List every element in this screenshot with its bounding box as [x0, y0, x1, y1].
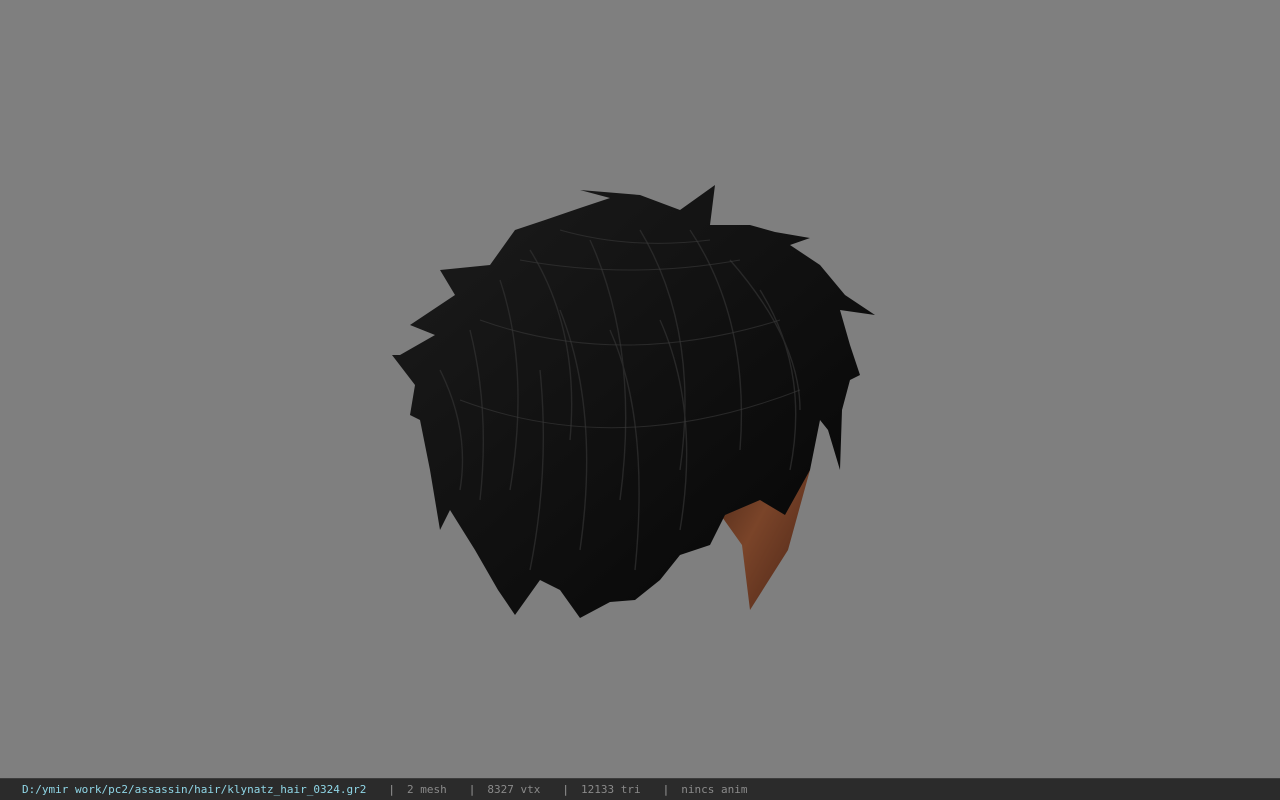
- separator: |: [468, 783, 476, 796]
- separator: |: [662, 783, 670, 796]
- vertex-count: 8327 vtx: [487, 783, 541, 796]
- hair-model[interactable]: [380, 170, 900, 630]
- mesh-count: 2 mesh: [407, 783, 447, 796]
- triangle-count: 12133 tri: [580, 783, 641, 796]
- animation-status: nincs anim: [681, 783, 748, 796]
- status-bar: D:/ymir work/pc2/assassin/hair/klynatz_h…: [0, 778, 1280, 800]
- separator: |: [388, 783, 395, 796]
- separator: |: [562, 783, 569, 796]
- file-path: D:/ymir work/pc2/assassin/hair/klynatz_h…: [22, 783, 367, 796]
- 3d-viewport[interactable]: [0, 0, 1280, 778]
